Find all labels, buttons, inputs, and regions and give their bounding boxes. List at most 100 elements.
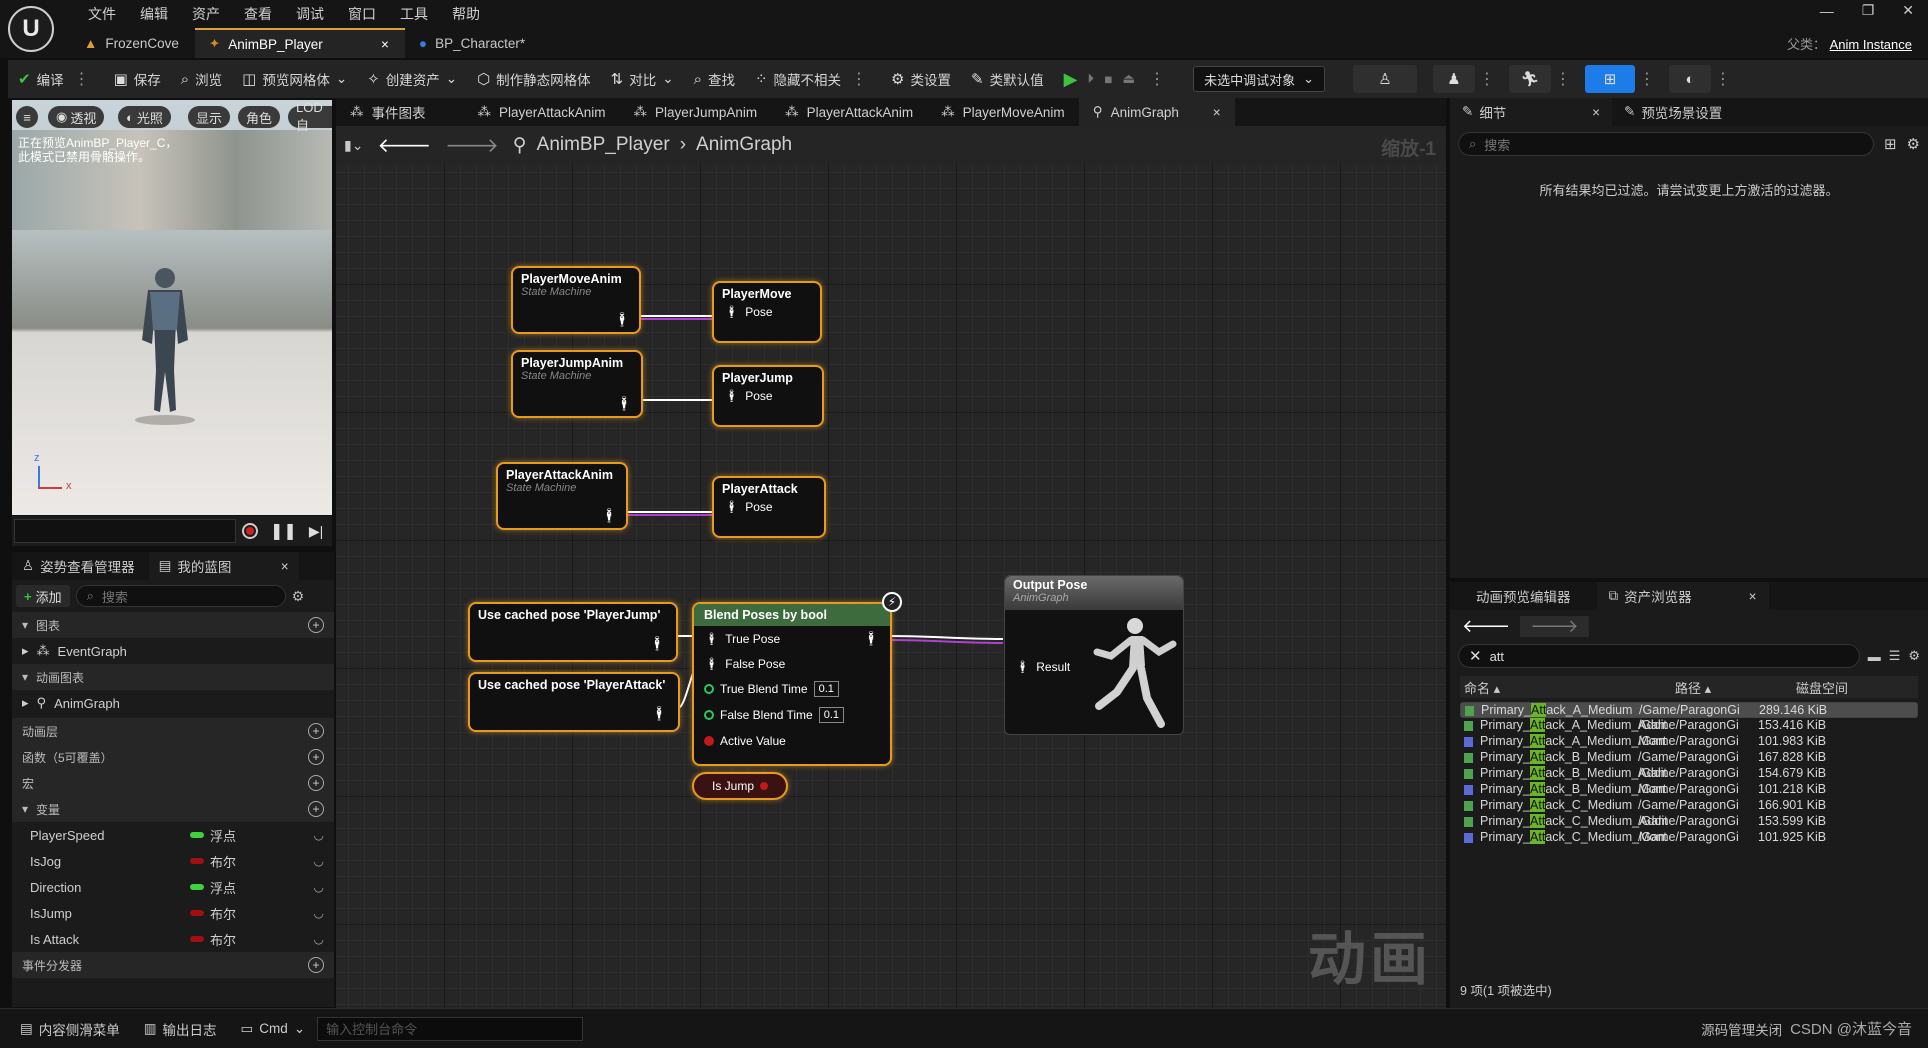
state-machine-player-attack[interactable]: PlayerAttackAnim State Machine 🕴︎ (496, 462, 628, 530)
true-pose-pin[interactable]: 🕴︎ True Pose 🕴︎ (694, 626, 890, 651)
menu-item-4[interactable]: 调试 (284, 3, 336, 25)
save-cached-pose-player-jump[interactable]: PlayerJump 🕴︎ Pose (712, 365, 824, 427)
pose-pin-icon[interactable]: 🕴︎ (648, 635, 666, 652)
mesh-mode-button[interactable]: ♟ (1433, 65, 1476, 93)
output-pose-node[interactable]: Output Pose AnimGraph 🕴︎ Result (1004, 575, 1184, 735)
close-window-button[interactable]: ✕ (1902, 2, 1914, 19)
tab-player-attack-anim-2[interactable]: ⁂ PlayerAttackAnim (771, 98, 927, 126)
source-control-status[interactable]: 源码管理关闭 (1701, 1019, 1782, 1039)
tab-bp-character[interactable]: ● BP_Character* (405, 28, 541, 58)
more-icon[interactable]: ⋮ (1551, 69, 1575, 89)
false-blend-time-pin[interactable]: False Blend Time 0.1 (694, 702, 890, 728)
record-icon[interactable] (242, 523, 258, 539)
use-cached-pose-player-jump[interactable]: Use cached pose 'PlayerJump' 🕴︎ (468, 602, 678, 662)
section-macros[interactable]: 宏 + (12, 770, 334, 796)
back-arrow-icon[interactable]: 🡐 (1462, 616, 1510, 637)
visibility-eye-icon[interactable]: ◡ (314, 932, 324, 946)
add-button[interactable]: + 添加 (16, 585, 70, 607)
tab-pose-watch[interactable]: ♙ 姿势查看管理器 (12, 552, 145, 580)
forward-arrow-icon[interactable]: 🡒 (1520, 615, 1589, 637)
close-tab-icon[interactable]: × (1213, 105, 1221, 120)
more-icon[interactable]: ⋮ (1711, 69, 1735, 89)
close-tab-icon[interactable]: × (381, 37, 389, 52)
close-tab-icon[interactable]: × (1749, 589, 1757, 604)
show-button[interactable]: 显示 (188, 106, 231, 128)
step-forward-icon[interactable]: ▶| (309, 523, 323, 540)
section-graphs[interactable]: ▾ 图表 + (12, 612, 334, 638)
pose-pin[interactable]: 🕴︎ Pose (714, 385, 822, 407)
maximize-button[interactable]: ❐ (1862, 2, 1875, 19)
variable-type[interactable]: 浮点 (190, 826, 236, 845)
close-tab-icon[interactable]: × (281, 559, 289, 574)
save-cached-pose-player-attack[interactable]: PlayerAttack 🕴︎ Pose (712, 476, 826, 538)
tab-animbp-player[interactable]: ✦ AnimBP_Player × (194, 28, 405, 58)
perspective-button[interactable]: ◉ 透视 (48, 106, 105, 128)
filter-icon[interactable]: ☰ (1889, 648, 1901, 664)
pause-icon[interactable]: ❚❚ (270, 521, 297, 541)
blueprint-search[interactable]: ⌕ 搜索 (75, 585, 286, 607)
debug-object-select[interactable]: 未选中调试对象 ⌄ (1193, 66, 1326, 92)
menu-item-3[interactable]: 查看 (232, 3, 284, 25)
clear-icon[interactable]: ✕ (1469, 647, 1482, 665)
more-icon[interactable]: ⋮ (847, 69, 871, 89)
tab-preview-scene-settings[interactable]: ✎ 预览场景设置 (1612, 98, 1734, 126)
tab-frozencove[interactable]: ▲ FrozenCove (70, 28, 195, 58)
viewport-menu-button[interactable]: ≡ (16, 106, 38, 128)
variable-type[interactable]: 浮点 (190, 878, 236, 897)
result-pin[interactable]: 🕴︎ Result (1005, 656, 1080, 678)
variable-type[interactable]: 布尔 (190, 852, 236, 871)
visibility-eye-icon[interactable]: ◡ (314, 828, 324, 842)
minimize-button[interactable]: — (1820, 3, 1834, 19)
pose-pin-icon[interactable]: 🕴︎ (613, 311, 631, 328)
variable-item[interactable]: IsJump 布尔 ◡ (12, 900, 334, 926)
menu-item-2[interactable]: 资产 (180, 3, 232, 25)
lighting-button[interactable]: ◐ 光照 (118, 106, 171, 128)
asset-row[interactable]: Primary_Attack_A_Medium/Game/ParagonGi 28… (1460, 702, 1918, 718)
use-cached-pose-player-attack[interactable]: Use cached pose 'PlayerAttack' 🕴︎ (468, 672, 680, 732)
anim-mode-button[interactable]: 🏃︎ (1509, 65, 1552, 93)
state-machine-player-jump[interactable]: PlayerJumpAnim State Machine 🕴︎ (511, 350, 643, 418)
tab-player-move-anim[interactable]: ⁂ PlayerMoveAnim (927, 98, 1079, 126)
blend-poses-by-bool[interactable]: Blend Poses by bool 🕴︎ True Pose 🕴︎ 🕴︎ Fals… (692, 592, 902, 766)
column-size[interactable]: 磁盘空间 (1796, 678, 1848, 697)
output-log-button[interactable]: ▥ 输出日志 (132, 1014, 229, 1044)
tab-details[interactable]: ✎ 细节 × (1450, 98, 1612, 126)
asset-row[interactable]: Primary_Attack_B_Medium/Game/ParagonGi 16… (1460, 750, 1918, 766)
make-static-mesh-button[interactable]: ⬡ 制作静态网格体 (467, 60, 601, 98)
menu-item-5[interactable]: 窗口 (336, 3, 388, 25)
true-blend-time-input[interactable]: 0.1 (813, 681, 839, 697)
true-blend-time-pin[interactable]: True Blend Time 0.1 (694, 676, 890, 702)
asset-row[interactable]: Primary_Attack_A_Medium_Addit/Game/Parag… (1460, 718, 1918, 734)
section-dispatchers[interactable]: 事件分发器 + (12, 952, 334, 978)
visibility-eye-icon[interactable]: ◡ (314, 906, 324, 920)
play-icon[interactable]: ▶ (1064, 69, 1078, 90)
unreal-logo[interactable]: U (8, 6, 54, 52)
eject-icon[interactable]: ⏏ (1122, 71, 1135, 87)
variable-type[interactable]: 布尔 (190, 930, 236, 949)
anim-graph-canvas[interactable]: ▮⌄ 🡐 🡒 ⚲ AnimBP_Player › AnimGraph 缩放-1 … (336, 126, 1446, 1008)
item-event-graph[interactable]: ▸ ⁂ EventGraph (12, 638, 334, 664)
asset-filter-input[interactable]: ✕ att (1458, 644, 1860, 668)
variable-item[interactable]: IsJog 布尔 ◡ (12, 848, 334, 874)
variable-type[interactable]: 布尔 (190, 904, 236, 923)
add-graph-icon[interactable]: + (308, 617, 324, 633)
save-button[interactable]: ▣ 保存 (104, 60, 171, 98)
asset-row[interactable]: Primary_Attack_B_Medium_Mont/Game/Parago… (1460, 782, 1918, 798)
tab-player-jump-anim[interactable]: ⁂ PlayerJumpAnim (620, 98, 772, 126)
gear-icon[interactable]: ⚙ (1907, 135, 1920, 153)
more-icon[interactable]: ⋮ (1475, 69, 1499, 89)
cmd-select[interactable]: ▭ Cmd ⌄ (229, 1014, 318, 1044)
asset-row[interactable]: Primary_Attack_A_Medium_Mont/Game/Parago… (1460, 734, 1918, 750)
section-variables[interactable]: ▾ 变量 + (12, 796, 334, 822)
table-view-icon[interactable]: ⊞ (1884, 135, 1897, 153)
create-asset-button[interactable]: ✧ 创建资产 ⌄ (357, 60, 467, 98)
more-icon[interactable]: ⋮ (1635, 69, 1659, 89)
variable-item[interactable]: PlayerSpeed 浮点 ◡ (12, 822, 334, 848)
parent-class-link[interactable]: Anim Instance (1830, 37, 1912, 52)
more-icon[interactable]: ⋮ (1145, 69, 1169, 89)
console-command-input[interactable]: 输入控制台命令 (317, 1016, 584, 1041)
column-name[interactable]: 命名 ▴ (1464, 678, 1500, 697)
pose-pin[interactable]: 🕴︎ Pose (714, 301, 820, 323)
section-anim-layers[interactable]: 动画层 + (12, 718, 334, 744)
state-machine-player-move[interactable]: PlayerMoveAnim State Machine 🕴︎ (511, 266, 641, 334)
